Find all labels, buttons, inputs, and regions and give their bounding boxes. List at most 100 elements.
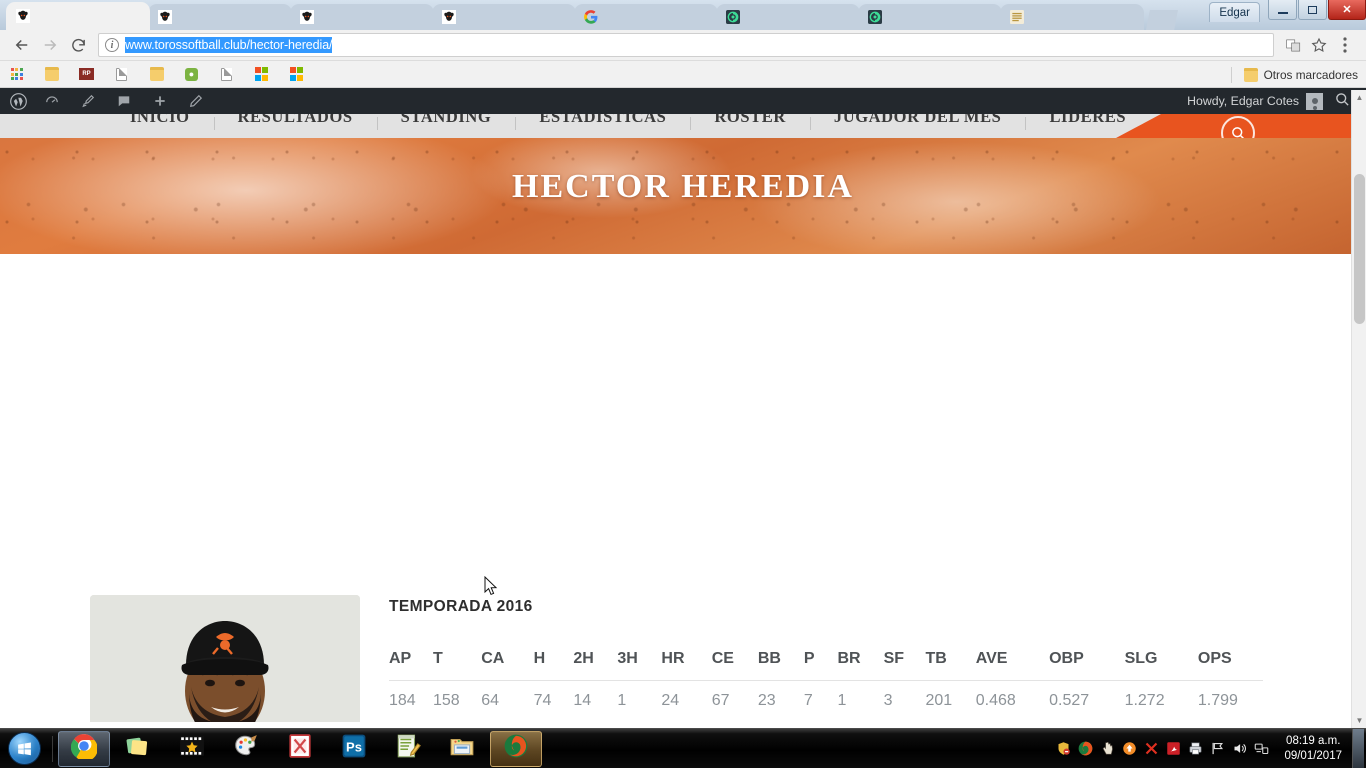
- site-navigation: INICIO RESULTADOS STANDING ESTADISTICAS ROST…: [0, 114, 1366, 138]
- folder-icon: [1244, 67, 1259, 82]
- browser-tab[interactable]: [148, 4, 292, 30]
- bookmark-item[interactable]: [254, 67, 274, 82]
- table-row: 184 158 64 74 14 1 24 67 23 7 1 3 201 0.468 0.527 1.272…: [389, 680, 1263, 722]
- wp-admin-item[interactable]: [109, 88, 145, 114]
- browser-tab[interactable]: [858, 4, 1002, 30]
- translate-icon[interactable]: [1280, 32, 1306, 58]
- toros-bull-icon: [15, 8, 31, 24]
- table-cell: 7: [803, 680, 838, 722]
- wp-admin-item[interactable]: [73, 88, 109, 114]
- column-header: BB: [757, 650, 781, 667]
- browser-tab[interactable]: [574, 4, 718, 30]
- browser-tab[interactable]: [1000, 4, 1144, 30]
- bookmark-item[interactable]: [9, 67, 29, 82]
- table-cell: 74: [533, 680, 574, 722]
- table-cell: 158: [433, 680, 482, 722]
- apps-grid-icon: [9, 67, 24, 82]
- browser-tab[interactable]: [716, 4, 860, 30]
- wp-admin-item[interactable]: [233, 88, 249, 114]
- chrome-menu-button[interactable]: [1332, 32, 1358, 58]
- volume-icon[interactable]: [1228, 738, 1250, 760]
- bookmark-item[interactable]: [44, 67, 64, 82]
- explorer-icon: [449, 733, 475, 764]
- firefox-icon: [503, 733, 529, 764]
- minimize-button[interactable]: [1268, 0, 1297, 20]
- window-controls: Edgar ✕: [1209, 0, 1366, 30]
- taskbar-app-picture-manager[interactable]: [274, 731, 326, 767]
- browser-tab[interactable]: [6, 2, 150, 30]
- wordpress-logo[interactable]: [8, 88, 37, 114]
- address-bar-text: www.torossoftball.club/hector-heredia/: [125, 37, 333, 53]
- photoshop-icon: Ps: [341, 733, 367, 764]
- bookmark-item[interactable]: RP: [79, 67, 99, 82]
- clock-date: 09/01/2017: [1284, 749, 1342, 762]
- scroll-down-arrow[interactable]: ▼: [1352, 713, 1366, 728]
- nav-item-estadisticas[interactable]: ESTADISTICAS: [515, 114, 690, 130]
- address-bar[interactable]: i www.torossoftball.club/hector-heredia/: [98, 33, 1274, 57]
- mouse-hand-icon[interactable]: [1096, 738, 1118, 760]
- nav-item-inicio[interactable]: INICIO: [106, 114, 214, 129]
- user-profile-chip[interactable]: Edgar: [1209, 2, 1260, 22]
- other-bookmarks[interactable]: Otros marcadores: [1244, 67, 1358, 82]
- close-window-button[interactable]: ✕: [1328, 0, 1366, 20]
- red-x-icon[interactable]: [1140, 738, 1162, 760]
- column-header: SF: [883, 650, 905, 667]
- nav-item-roster[interactable]: ROSTER: [690, 114, 809, 130]
- avatar[interactable]: [1306, 92, 1323, 110]
- other-bookmarks-container: Otros marcadores: [1220, 61, 1358, 87]
- browser-tab[interactable]: [432, 4, 576, 30]
- taskbar-app-movie-maker[interactable]: [166, 731, 218, 767]
- printer-tray-icon[interactable]: [1184, 738, 1206, 760]
- start-button[interactable]: [0, 730, 48, 768]
- clock-time: 08:19 a.m.: [1286, 734, 1341, 747]
- bookmark-item[interactable]: [114, 67, 134, 82]
- flag-icon[interactable]: [1206, 738, 1228, 760]
- nav-item-resultados[interactable]: RESULTADOS: [213, 114, 377, 130]
- taskbar-app-paint[interactable]: [220, 731, 272, 767]
- wp-admin-item[interactable]: [181, 88, 217, 114]
- bookmark-item[interactable]: [219, 67, 239, 82]
- paintbrush-icon: [81, 94, 95, 108]
- nav-item-standing[interactable]: STANDING: [376, 114, 516, 130]
- apple-green-icon: ●: [184, 67, 199, 82]
- wp-admin-item[interactable]: [145, 88, 181, 114]
- site-info-icon[interactable]: i: [105, 38, 119, 52]
- taskbar-app-photoshop[interactable]: Ps: [328, 731, 380, 767]
- taskbar-app-notepadpp[interactable]: [382, 731, 434, 767]
- forward-button[interactable]: [36, 31, 64, 59]
- update-orange-icon[interactable]: [1118, 738, 1140, 760]
- table-cell: 23: [757, 680, 804, 722]
- wordpress-account-area: Howdy, Edgar Cotes: [1187, 88, 1362, 114]
- minimize-icon: [1277, 11, 1288, 14]
- reload-button[interactable]: [64, 31, 92, 59]
- microsoft-icon: [289, 67, 304, 82]
- wp-admin-item[interactable]: [217, 88, 233, 114]
- column-header: 3H: [617, 650, 638, 667]
- scroll-up-arrow[interactable]: ▲: [1352, 90, 1366, 105]
- table-cell: 1: [837, 680, 884, 722]
- taskbar-app-explorer[interactable]: [436, 731, 488, 767]
- taskbar-clock[interactable]: 08:19 a.m. 09/01/2017: [1272, 734, 1352, 764]
- bookmark-star-icon[interactable]: [1306, 32, 1332, 58]
- howdy-label: Howdy, Edgar Cotes: [1187, 94, 1299, 108]
- taskbar-app-chrome[interactable]: [58, 730, 110, 767]
- bookmark-item[interactable]: [289, 67, 309, 82]
- firefox-tray-icon[interactable]: [1074, 738, 1096, 760]
- network-icon[interactable]: [1250, 738, 1272, 760]
- nav-item-jugador-del-mes[interactable]: JUGADOR DEL MES: [809, 114, 1026, 130]
- toros-bull-icon: [441, 9, 457, 25]
- nav-item-lideres[interactable]: LIDERES: [1025, 114, 1150, 130]
- back-button[interactable]: [8, 31, 36, 59]
- taskbar-app-firefox[interactable]: [490, 730, 542, 767]
- new-tab-button[interactable]: [1146, 10, 1178, 30]
- taskbar-app-sticky-notes[interactable]: [112, 731, 164, 767]
- browser-tab[interactable]: [290, 4, 434, 30]
- bookmark-item[interactable]: [149, 67, 169, 82]
- show-desktop-button[interactable]: [1352, 728, 1364, 768]
- table-cell: 0.468: [975, 680, 1050, 722]
- shield-block-icon[interactable]: [1052, 738, 1074, 760]
- wp-admin-item[interactable]: [37, 88, 73, 114]
- bookmark-item[interactable]: ●: [184, 67, 204, 82]
- maximize-button[interactable]: [1298, 0, 1327, 20]
- adobe-reader-icon[interactable]: [1162, 738, 1184, 760]
